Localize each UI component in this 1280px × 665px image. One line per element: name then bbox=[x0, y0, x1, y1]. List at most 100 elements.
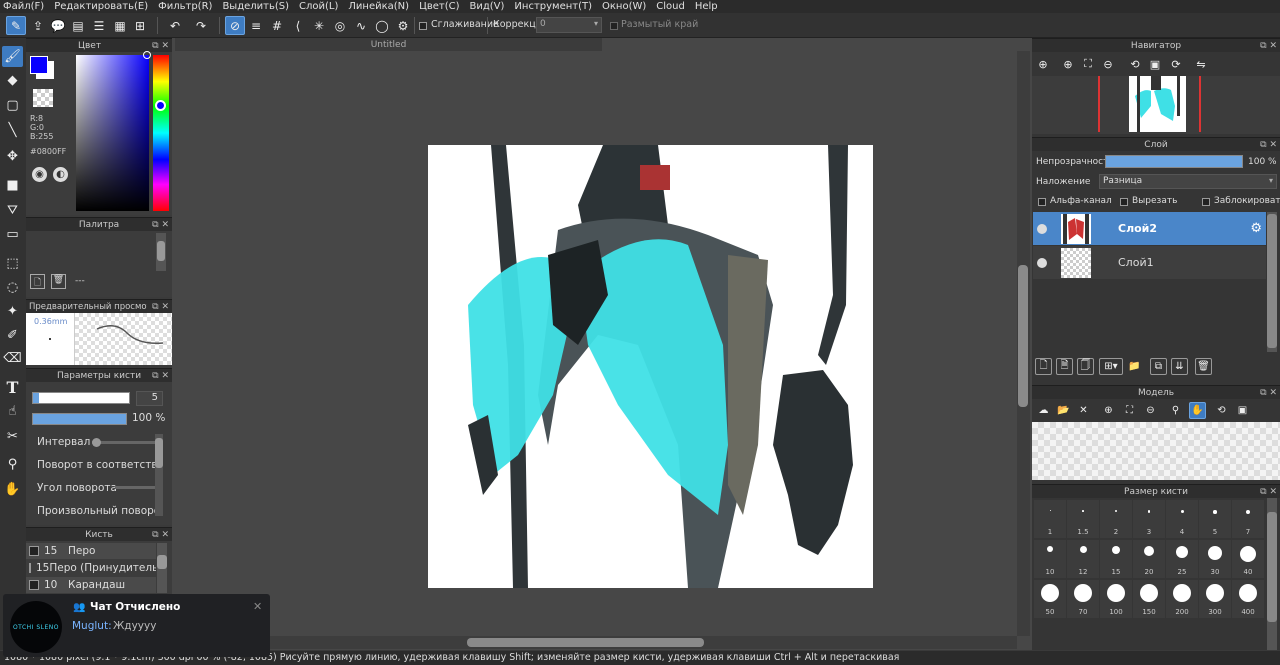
perspective-snap-icon[interactable]: ⟨ bbox=[288, 16, 308, 35]
panel-controls-icon[interactable]: ⧉ ✕ bbox=[1260, 41, 1277, 51]
panel-controls-icon[interactable]: ⧉ ✕ bbox=[152, 220, 169, 230]
chat-notification[interactable]: OTCHI SLENO 👥 Чат Отчислено ✕ Muglut: Жд… bbox=[3, 594, 270, 657]
zoom-out-icon[interactable]: ⊖ bbox=[1142, 402, 1159, 419]
palette-scrollbar[interactable] bbox=[156, 233, 166, 271]
model-viewport[interactable] bbox=[1032, 422, 1280, 480]
menu-item[interactable]: Help bbox=[695, 1, 718, 12]
lock-checkbox[interactable] bbox=[1202, 197, 1210, 208]
hue-slider[interactable] bbox=[153, 55, 169, 211]
correction-select[interactable]: 0 ▾ bbox=[536, 17, 602, 33]
grid-list-icon[interactable]: ▦ bbox=[110, 16, 130, 35]
folder-icon[interactable]: 📁 bbox=[1126, 358, 1143, 375]
note-icon[interactable]: ▤ bbox=[68, 16, 88, 35]
alpha-checkbox[interactable] bbox=[1038, 197, 1046, 208]
panel-controls-icon[interactable]: ⧉ ✕ bbox=[152, 302, 169, 312]
brush-size-cell[interactable]: 300 bbox=[1199, 580, 1231, 618]
params-scrollbar[interactable] bbox=[155, 434, 163, 516]
export-icon[interactable]: ⇪ bbox=[28, 16, 48, 35]
eyedropper-icon[interactable]: ⚲ bbox=[1167, 402, 1184, 419]
fit-screen-icon[interactable]: ⛶ bbox=[1079, 55, 1097, 73]
select-rect-icon[interactable]: ⬚ bbox=[2, 253, 23, 274]
close-icon[interactable]: ✕ bbox=[1075, 402, 1092, 419]
menu-item[interactable]: Выделить(S) bbox=[222, 1, 289, 12]
menu-item[interactable]: Линейка(N) bbox=[348, 1, 409, 12]
brush-size-cell[interactable]: 12 bbox=[1067, 540, 1099, 578]
layer-opacity-slider[interactable] bbox=[1105, 155, 1243, 168]
hand-icon[interactable]: ✋ bbox=[1189, 402, 1206, 419]
layer-row-selected[interactable]: Слой2 ⚙ bbox=[1033, 212, 1266, 245]
soft-edge-checkbox[interactable] bbox=[610, 21, 618, 32]
close-icon[interactable]: ✕ bbox=[253, 600, 262, 613]
concentric-snap-icon[interactable]: ◎ bbox=[330, 16, 350, 35]
brush-size-cell[interactable]: 2 bbox=[1100, 500, 1132, 538]
sv-picker-handle[interactable] bbox=[143, 51, 151, 59]
drawing-canvas[interactable] bbox=[428, 145, 873, 588]
brush-mode-icon[interactable]: ✎ bbox=[6, 16, 26, 35]
snap-off-icon[interactable]: ⊘ bbox=[225, 16, 245, 35]
text-tool-icon[interactable]: T bbox=[2, 377, 23, 398]
new-layer-icon[interactable]: 🗋 bbox=[1035, 358, 1052, 375]
eyedropper-tool-icon[interactable]: ⚲ bbox=[2, 454, 23, 475]
comment-icon[interactable]: 💬 bbox=[48, 16, 68, 35]
clip-checkbox[interactable] bbox=[1120, 197, 1128, 208]
new-halftone-layer-icon[interactable]: 🗎 bbox=[1056, 358, 1073, 375]
select-pen-icon[interactable]: ✐ bbox=[2, 325, 23, 346]
panel-controls-icon[interactable]: ⧉ ✕ bbox=[152, 41, 169, 51]
brush-size-cell[interactable]: 10 bbox=[1034, 540, 1066, 578]
brush-size-cell[interactable]: 5 bbox=[1199, 500, 1231, 538]
zoom-in-icon[interactable]: ⊕ bbox=[1059, 55, 1077, 73]
duplicate-layer-icon[interactable]: ⧉ bbox=[1150, 358, 1167, 375]
merge-layer-icon[interactable]: ⇊ bbox=[1171, 358, 1188, 375]
redo-icon[interactable]: ↷ bbox=[191, 16, 211, 35]
brush-size-cell[interactable]: 70 bbox=[1067, 580, 1099, 618]
list-item[interactable]: 10 Карандаш bbox=[26, 577, 156, 593]
hue-slider-handle[interactable] bbox=[155, 100, 166, 111]
menu-item[interactable]: Файл(F) bbox=[3, 1, 44, 12]
add-layer-menu-icon[interactable]: ⊞▾ bbox=[1099, 358, 1123, 375]
magic-wand-icon[interactable]: ✦ bbox=[2, 301, 23, 322]
visibility-icon[interactable] bbox=[1037, 257, 1047, 268]
divide-tool-icon[interactable]: ✂ bbox=[2, 426, 23, 447]
zoom-in-icon[interactable]: ⊕ bbox=[1100, 402, 1117, 419]
hand-tool-icon[interactable]: ✋ bbox=[2, 479, 23, 500]
smoothing-checkbox[interactable] bbox=[419, 21, 427, 32]
transparent-color-icon[interactable] bbox=[33, 89, 53, 107]
new-8bit-layer-icon[interactable]: 🗍 bbox=[1077, 358, 1094, 375]
settings-icon[interactable]: ⚙ bbox=[393, 16, 413, 35]
trash-icon[interactable]: 🗑 bbox=[1195, 358, 1212, 375]
file-list-icon[interactable]: ☰ bbox=[89, 16, 109, 35]
brush-list-scrollbar[interactable] bbox=[157, 543, 167, 593]
rotate-icon[interactable]: ⟲ bbox=[1213, 402, 1230, 419]
circle-snap-icon[interactable]: ◯ bbox=[372, 16, 392, 35]
brush-size-cell[interactable]: 15 bbox=[1100, 540, 1132, 578]
panel-controls-icon[interactable]: ⧉ ✕ bbox=[1260, 487, 1277, 497]
move-tool-icon[interactable]: ✥ bbox=[2, 146, 23, 167]
reset-view-icon[interactable]: ▣ bbox=[1146, 55, 1164, 73]
flip-icon[interactable]: ⇋ bbox=[1192, 55, 1210, 73]
new-palette-icon[interactable]: 🗋 bbox=[30, 274, 45, 289]
reset-view-icon[interactable]: ▣ bbox=[1234, 402, 1251, 419]
brush-size-cell[interactable]: 50 bbox=[1034, 580, 1066, 618]
menu-item[interactable]: Слой(L) bbox=[299, 1, 338, 12]
brush-size-cell[interactable]: 40 bbox=[1232, 540, 1264, 578]
menu-item[interactable]: Фильтр(R) bbox=[158, 1, 212, 12]
bucket-tool-icon[interactable]: ⛛ bbox=[2, 200, 23, 221]
rotation-slider[interactable] bbox=[115, 486, 155, 489]
color-wheel-icon[interactable]: ◉ bbox=[32, 167, 47, 182]
interval-slider[interactable] bbox=[92, 438, 156, 447]
shape-tool-icon[interactable]: ▢ bbox=[2, 95, 23, 116]
brush-size-cell[interactable]: 400 bbox=[1232, 580, 1264, 618]
document-tab[interactable]: Untitled bbox=[175, 38, 602, 51]
size-value[interactable]: 5 bbox=[136, 391, 163, 406]
visibility-icon[interactable] bbox=[1037, 223, 1047, 234]
brush-size-cell[interactable]: 3 bbox=[1133, 500, 1165, 538]
guide-icon[interactable]: ⊞ bbox=[130, 16, 150, 35]
rect-fill-tool-icon[interactable]: ■ bbox=[2, 175, 23, 196]
eraser-tool-icon[interactable]: ◆ bbox=[2, 70, 23, 91]
lasso-icon[interactable]: ◌ bbox=[2, 277, 23, 298]
menu-item[interactable]: Окно(W) bbox=[602, 1, 646, 12]
brush-size-cell[interactable]: 4 bbox=[1166, 500, 1198, 538]
cloud-download-icon[interactable]: ☁ bbox=[1035, 402, 1052, 419]
grid-snap-icon[interactable]: # bbox=[267, 16, 287, 35]
folder-open-icon[interactable]: 📂 bbox=[1055, 402, 1072, 419]
